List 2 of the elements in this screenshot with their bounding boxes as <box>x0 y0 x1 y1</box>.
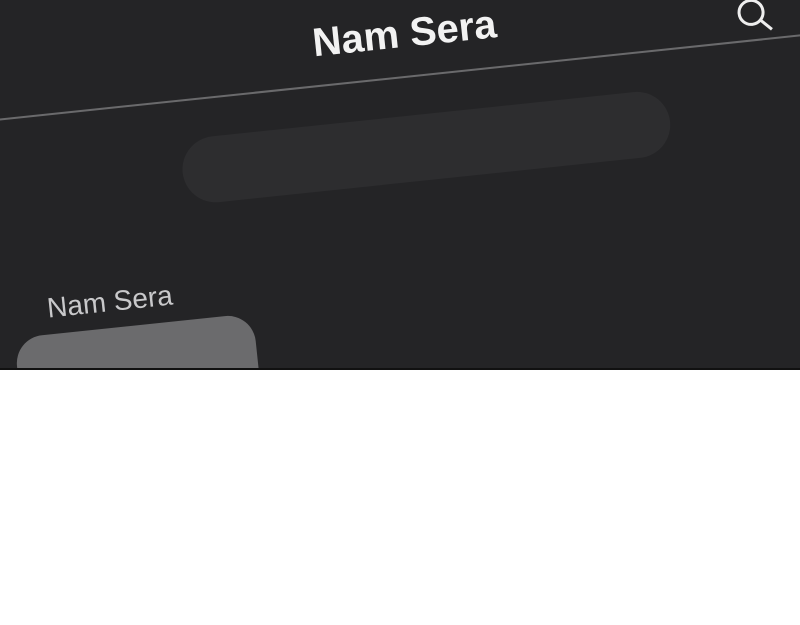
sender-name: Nam Sera <box>46 278 176 325</box>
chat-title: Nam Sera <box>310 2 499 66</box>
